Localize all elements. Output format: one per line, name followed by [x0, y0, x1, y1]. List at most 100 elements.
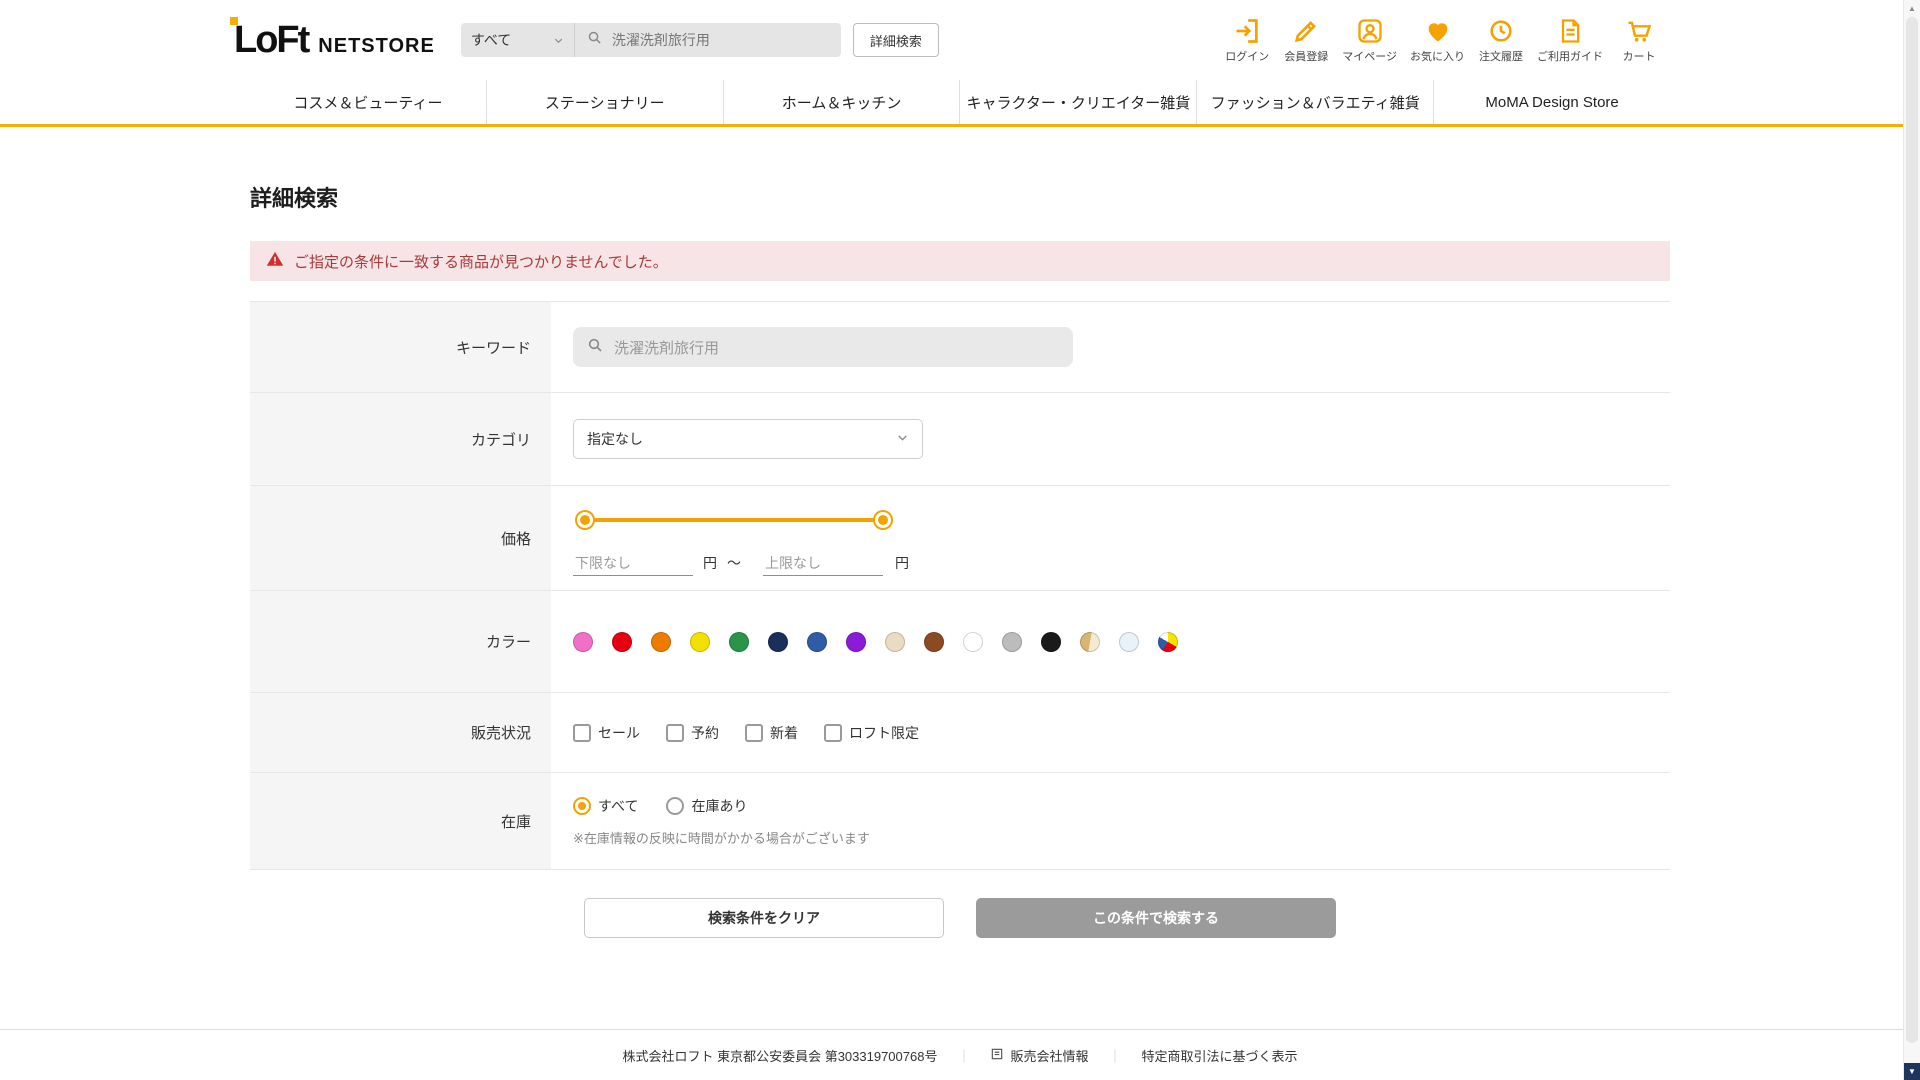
price-max-input[interactable]	[763, 550, 883, 576]
category-select[interactable]: 指定なし	[573, 419, 923, 459]
scrollbar[interactable]: ▲ ▼	[1903, 0, 1920, 1080]
sales-status-row: 販売状況 セール 予約 新着 ロフト限定	[250, 693, 1670, 773]
sales-status-checkboxes: セール 予約 新着 ロフト限定	[573, 723, 1670, 743]
color-swatch-blue[interactable]	[807, 631, 827, 652]
nav-item-character-goods[interactable]: キャラクター・クリエイター雑貨	[959, 80, 1196, 124]
stock-note: ※在庫情報の反映に時間がかかる場合がございます	[573, 830, 870, 846]
nav-item-home-kitchen[interactable]: ホーム＆キッチン	[722, 80, 960, 124]
footer-link-tokushoho[interactable]: 特定商取引法に基づく表示	[1142, 1046, 1298, 1065]
radio-stock-available[interactable]: 在庫あり	[666, 796, 747, 816]
color-swatch-brown[interactable]	[924, 631, 944, 652]
util-login[interactable]: ログイン	[1224, 17, 1270, 64]
color-swatch-green[interactable]	[729, 631, 749, 652]
scrollbar-up-arrow-icon[interactable]: ▲	[1904, 0, 1920, 17]
category-selected-value: 指定なし	[587, 431, 643, 447]
color-swatch-orange[interactable]	[651, 631, 671, 652]
main-nav: コスメ＆ビューティー ステーショナリー ホーム＆キッチン キャラクター・クリエイ…	[250, 80, 1670, 124]
checkbox-box	[745, 723, 763, 742]
radio-stock-all[interactable]: すべて	[573, 796, 638, 816]
nav-item-stationery[interactable]: ステーショナリー	[485, 80, 723, 124]
checkbox-new[interactable]: 新着	[745, 723, 798, 743]
stock-content: すべて 在庫あり ※在庫情報の反映に時間がかかる場合がございます	[551, 773, 1670, 869]
radio-circle	[573, 796, 591, 815]
header-search-input[interactable]	[609, 31, 829, 49]
util-favorites[interactable]: お気に入り	[1410, 17, 1465, 64]
logo[interactable]: LoFt NETSTORE	[230, 17, 435, 61]
color-swatch-red[interactable]	[612, 631, 632, 652]
brand-accent-line	[0, 124, 1920, 127]
price-label: 価格	[250, 486, 551, 590]
nav-item-moma[interactable]: MoMA Design Store	[1433, 80, 1670, 124]
util-register[interactable]: 会員登録	[1283, 17, 1329, 64]
color-swatch-beige[interactable]	[885, 631, 905, 652]
cart-icon	[1625, 17, 1653, 45]
pencil-icon	[1292, 17, 1320, 45]
header-search-field	[575, 23, 841, 57]
heart-icon	[1424, 17, 1452, 45]
util-cart[interactable]: カート	[1616, 17, 1662, 64]
slider-handle-min[interactable]	[577, 511, 593, 528]
company-info-icon	[990, 1047, 1004, 1064]
checkbox-loft-limited[interactable]: ロフト限定	[824, 723, 919, 743]
header-utility-menu: ログイン 会員登録 マイページ お気に入り 注文履歴 ご利用ガイド カート	[1224, 17, 1662, 64]
search-category-select[interactable]: すべて	[461, 23, 575, 57]
color-swatch-navy[interactable]	[768, 631, 788, 652]
warning-icon	[266, 250, 284, 272]
price-content: 円 ～ 円	[551, 486, 1670, 590]
nav-item-cosme[interactable]: コスメ＆ビューティー	[250, 80, 486, 124]
radio-circle	[666, 796, 685, 815]
color-swatch-multicolor[interactable]	[1158, 631, 1178, 652]
advanced-search-form: キーワード カテゴリ 指定なし	[250, 301, 1670, 870]
checkbox-sale[interactable]: セール	[573, 723, 640, 743]
header-search: すべて 詳細検索	[460, 23, 939, 57]
price-min-input[interactable]	[573, 550, 693, 576]
scrollbar-down-arrow-icon[interactable]: ▼	[1904, 1063, 1920, 1080]
search-with-conditions-button[interactable]: この条件で検索する	[976, 898, 1336, 938]
range-separator: ～	[727, 555, 741, 571]
form-actions: 検索条件をクリア この条件で検索する	[250, 898, 1670, 938]
color-swatches	[573, 631, 1670, 652]
search-icon	[587, 30, 602, 50]
person-icon	[1356, 17, 1384, 45]
util-mypage[interactable]: マイページ	[1342, 17, 1397, 64]
scrollbar-thumb[interactable]	[1906, 17, 1918, 1043]
color-swatch-purple[interactable]	[846, 631, 866, 652]
price-range-slider	[577, 507, 891, 533]
footer-company-text: 株式会社ロフト 東京都公安委員会 第303319700768号	[622, 1048, 938, 1064]
chevron-down-icon	[553, 35, 564, 46]
color-swatch-white[interactable]	[963, 631, 983, 652]
yen-unit-min: 円	[703, 555, 717, 571]
category-label: カテゴリ	[250, 393, 551, 485]
stock-label: 在庫	[250, 773, 551, 869]
color-content	[551, 591, 1670, 692]
detail-search-button[interactable]: 詳細検索	[852, 23, 939, 57]
color-row: カラー	[250, 591, 1670, 693]
slider-handle-max[interactable]	[875, 511, 891, 528]
color-swatch-gold[interactable]	[1080, 631, 1100, 652]
clear-conditions-button[interactable]: 検索条件をクリア	[584, 898, 944, 938]
util-order-history[interactable]: 注文履歴	[1478, 17, 1524, 64]
price-inputs: 円 ～ 円	[573, 550, 1670, 576]
site-header: LoFt NETSTORE すべて 詳細検索	[0, 0, 1920, 127]
slider-track[interactable]	[585, 517, 883, 522]
color-swatch-pink[interactable]	[573, 631, 593, 652]
logo-main-text: LoFt	[234, 19, 310, 61]
document-icon	[1556, 17, 1584, 45]
login-icon	[1233, 17, 1261, 45]
keyword-row: キーワード	[250, 302, 1670, 393]
logo-sub-text: NETSTORE	[318, 35, 435, 57]
footer-link-company-info[interactable]: 販売会社情報	[990, 1046, 1088, 1065]
color-swatch-clear[interactable]	[1119, 631, 1139, 652]
checkbox-preorder[interactable]: 予約	[666, 723, 719, 743]
sales-status-content: セール 予約 新着 ロフト限定	[551, 693, 1670, 772]
color-swatch-yellow[interactable]	[690, 631, 710, 652]
nav-item-fashion-variety[interactable]: ファッション＆バラエティ雑貨	[1196, 80, 1433, 124]
util-guide[interactable]: ご利用ガイド	[1537, 17, 1603, 64]
footer-separator: ｜	[1108, 1048, 1122, 1064]
header-search-combo: すべて	[460, 23, 841, 57]
checkbox-box	[824, 723, 842, 742]
keyword-input[interactable]	[612, 337, 1059, 357]
footer-inner: 株式会社ロフト 東京都公安委員会 第303319700768号 ｜ 販売会社情報…	[0, 1030, 1920, 1080]
color-swatch-gray[interactable]	[1002, 631, 1022, 652]
color-swatch-black[interactable]	[1041, 631, 1061, 652]
